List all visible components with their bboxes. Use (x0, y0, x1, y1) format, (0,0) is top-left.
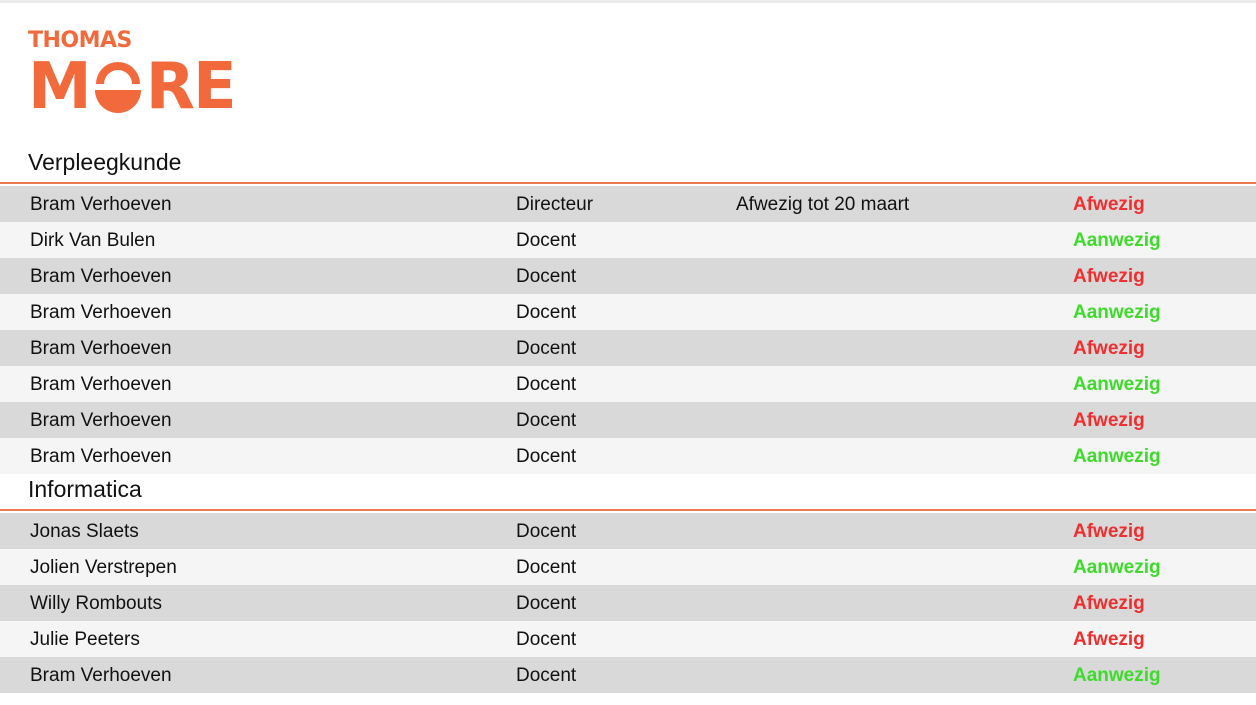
staff-row[interactable]: Bram Verhoeven Docent Aanwezig (0, 657, 1256, 693)
staff-name: Bram Verhoeven (30, 194, 172, 215)
status-badge: Afwezig (1073, 593, 1145, 614)
status-badge: Aanwezig (1073, 557, 1161, 578)
status-badge: Aanwezig (1073, 230, 1161, 251)
staff-name: Bram Verhoeven (30, 410, 172, 431)
staff-row[interactable]: Bram Verhoeven Docent Aanwezig (0, 366, 1256, 402)
status-badge: Aanwezig (1073, 302, 1161, 323)
logo-o-icon (94, 62, 141, 113)
staff-name: Bram Verhoeven (30, 665, 172, 686)
staff-role: Docent (516, 302, 577, 323)
staff-name: Jolien Verstrepen (30, 557, 177, 578)
staff-row[interactable]: Willy Rombouts Docent Afwezig (0, 585, 1256, 621)
staff-row[interactable]: Bram Verhoeven Directeur Afwezig tot 20 ma… (0, 186, 1256, 222)
staff-role: Docent (516, 446, 577, 467)
staff-role: Docent (516, 338, 577, 359)
logo-letters-re: RE (145, 50, 237, 124)
staff-row[interactable]: Jonas Slaets Docent Afwezig (0, 513, 1256, 549)
staff-name: Jonas Slaets (30, 521, 139, 542)
status-badge: Afwezig (1073, 629, 1145, 650)
staff-row[interactable]: Bram Verhoeven Docent Afwezig (0, 330, 1256, 366)
status-badge: Aanwezig (1073, 446, 1161, 467)
status-badge: Aanwezig (1073, 665, 1161, 686)
staff-row[interactable]: Jolien Verstrepen Docent Aanwezig (0, 549, 1256, 585)
staff-name: Julie Peeters (30, 629, 140, 650)
status-badge: Aanwezig (1073, 374, 1161, 395)
logo-letter-m: M (28, 50, 92, 124)
staff-role: Docent (516, 410, 577, 431)
staff-presence-board: THOMAS M RE Verpleegkunde Bram Verhoeven D… (0, 0, 1256, 705)
status-badge: Afwezig (1073, 194, 1145, 215)
staff-row[interactable]: Dirk Van Bulen Docent Aanwezig (0, 222, 1256, 258)
staff-name: Bram Verhoeven (30, 338, 172, 359)
staff-role: Docent (516, 629, 577, 650)
staff-role: Docent (516, 521, 577, 542)
staff-row[interactable]: Bram Verhoeven Docent Afwezig (0, 402, 1256, 438)
status-badge: Afwezig (1073, 266, 1145, 287)
staff-role: Docent (516, 665, 577, 686)
staff-note: Afwezig tot 20 maart (736, 194, 910, 215)
staff-role: Docent (516, 266, 577, 287)
staff-role: Docent (516, 374, 577, 395)
staff-role: Directeur (516, 194, 594, 215)
status-badge: Afwezig (1073, 410, 1145, 431)
section-title: Verpleegkunde (28, 149, 182, 175)
thomas-more-logo: THOMAS M RE (28, 28, 237, 124)
section-title: Informatica (28, 476, 142, 502)
staff-name: Bram Verhoeven (30, 446, 172, 467)
top-strip (0, 0, 1256, 3)
staff-role: Docent (516, 593, 577, 614)
staff-role: Docent (516, 230, 577, 251)
staff-row[interactable]: Bram Verhoeven Docent Aanwezig (0, 438, 1256, 474)
status-badge: Afwezig (1073, 521, 1145, 542)
section-divider (0, 182, 1256, 184)
staff-name: Bram Verhoeven (30, 374, 172, 395)
staff-name: Dirk Van Bulen (30, 230, 156, 251)
staff-row[interactable]: Julie Peeters Docent Afwezig (0, 621, 1256, 657)
staff-row[interactable]: Bram Verhoeven Docent Afwezig (0, 258, 1256, 294)
status-badge: Afwezig (1073, 338, 1145, 359)
staff-name: Bram Verhoeven (30, 302, 172, 323)
staff-role: Docent (516, 557, 577, 578)
section-divider (0, 509, 1256, 511)
staff-name: Willy Rombouts (30, 593, 162, 614)
logo-line-more: M RE (28, 50, 237, 124)
logo-line-thomas: THOMAS (28, 28, 132, 53)
staff-row[interactable]: Bram Verhoeven Docent Aanwezig (0, 294, 1256, 330)
staff-name: Bram Verhoeven (30, 266, 172, 287)
